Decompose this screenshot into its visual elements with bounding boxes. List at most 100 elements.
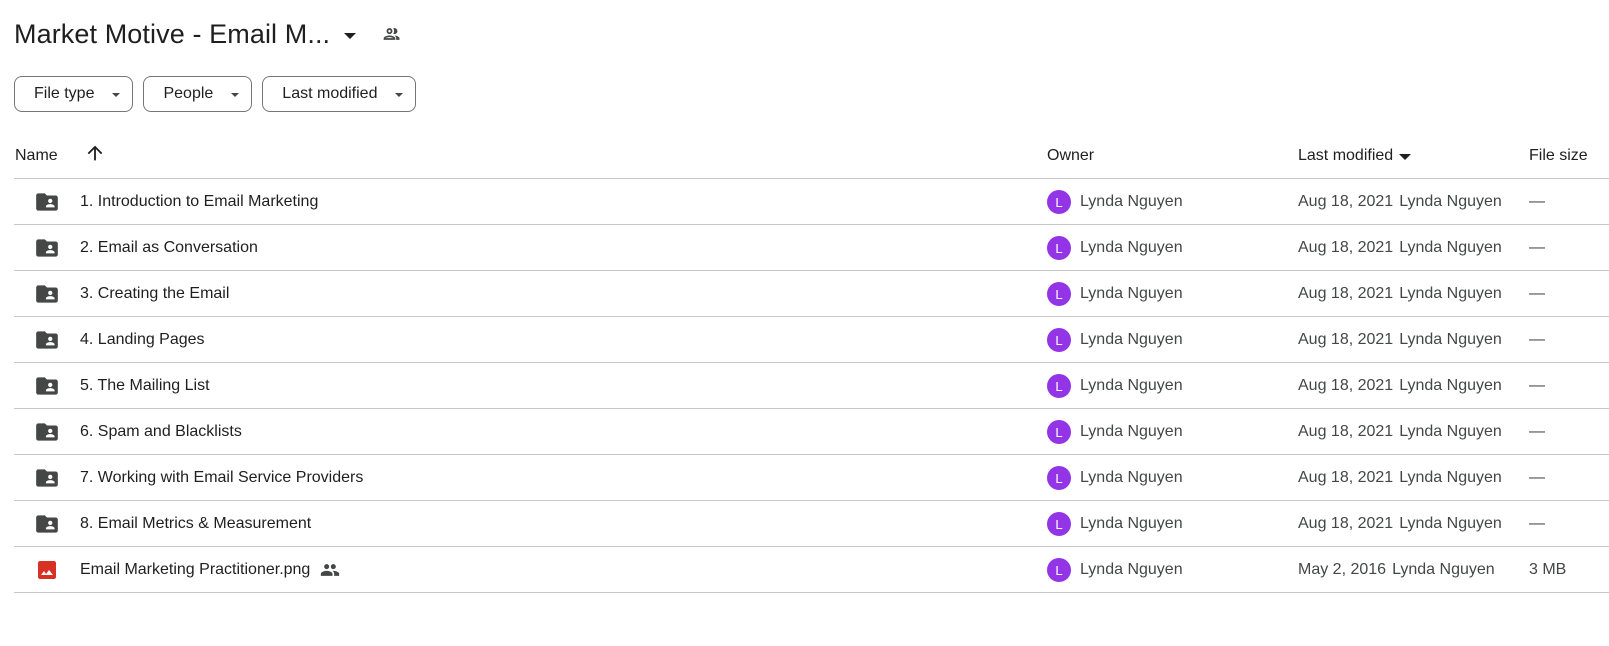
file-name[interactable]: 5. The Mailing List bbox=[80, 377, 210, 395]
modified-by: Lynda Nguyen bbox=[1399, 239, 1502, 256]
avatar[interactable]: L bbox=[1047, 328, 1071, 352]
column-header-label: Last modified bbox=[1298, 147, 1394, 164]
column-header-last-modified[interactable]: Last modified bbox=[1298, 147, 1412, 165]
modified-date: Aug 18, 2021 bbox=[1298, 423, 1394, 440]
shared-folder-icon bbox=[34, 409, 60, 455]
owner-name: Lynda Nguyen bbox=[1080, 561, 1183, 578]
chip-label: People bbox=[163, 85, 214, 102]
last-modified-cell: May 2, 2016 Lynda Nguyen bbox=[1298, 547, 1495, 593]
filter-last-modified-chip[interactable]: Last modified bbox=[262, 76, 417, 112]
file-size: — bbox=[1529, 423, 1545, 440]
table-row[interactable]: 8. Email Metrics & Measurement L Lynda N… bbox=[14, 501, 1609, 547]
chip-label: File type bbox=[34, 85, 95, 102]
owner-name: Lynda Nguyen bbox=[1080, 285, 1183, 302]
file-size: — bbox=[1529, 285, 1545, 302]
file-size: — bbox=[1529, 193, 1545, 210]
modified-by: Lynda Nguyen bbox=[1399, 515, 1502, 532]
owner-cell: L Lynda Nguyen bbox=[1047, 455, 1183, 501]
last-modified-cell: Aug 18, 2021 Lynda Nguyen bbox=[1298, 225, 1502, 271]
owner-name: Lynda Nguyen bbox=[1080, 331, 1183, 348]
avatar[interactable]: L bbox=[1047, 236, 1071, 260]
modified-by: Lynda Nguyen bbox=[1399, 193, 1502, 210]
avatar[interactable]: L bbox=[1047, 558, 1071, 582]
owner-name: Lynda Nguyen bbox=[1080, 515, 1183, 532]
filter-people-chip[interactable]: People bbox=[143, 76, 253, 112]
table-row[interactable]: 1. Introduction to Email Marketing L Lyn… bbox=[14, 179, 1609, 225]
column-header-name[interactable]: Name bbox=[15, 147, 58, 165]
column-header-file-size[interactable]: File size bbox=[1529, 147, 1588, 165]
last-modified-cell: Aug 18, 2021 Lynda Nguyen bbox=[1298, 455, 1502, 501]
file-list: Name Owner Last modified File size 1. In… bbox=[14, 132, 1609, 593]
sort-descending-icon bbox=[1399, 153, 1412, 160]
people-icon bbox=[320, 560, 340, 580]
table-row[interactable]: 3. Creating the Email L Lynda Nguyen Aug… bbox=[14, 271, 1609, 317]
avatar[interactable]: L bbox=[1047, 512, 1071, 536]
modified-date: Aug 18, 2021 bbox=[1298, 469, 1394, 486]
avatar[interactable]: L bbox=[1047, 466, 1071, 490]
file-name[interactable]: Email Marketing Practitioner.png bbox=[80, 561, 310, 579]
file-name[interactable]: 7. Working with Email Service Providers bbox=[80, 469, 363, 487]
column-header-owner[interactable]: Owner bbox=[1047, 147, 1094, 165]
arrow-up-icon[interactable] bbox=[84, 142, 106, 164]
shared-folder-icon bbox=[34, 271, 60, 317]
table-row[interactable]: 4. Landing Pages L Lynda Nguyen Aug 18, … bbox=[14, 317, 1609, 363]
owner-cell: L Lynda Nguyen bbox=[1047, 271, 1183, 317]
last-modified-cell: Aug 18, 2021 Lynda Nguyen bbox=[1298, 317, 1502, 363]
chevron-down-icon bbox=[112, 93, 121, 97]
file-name[interactable]: 4. Landing Pages bbox=[80, 331, 205, 349]
modified-date: Aug 18, 2021 bbox=[1298, 377, 1394, 394]
avatar[interactable]: L bbox=[1047, 282, 1071, 306]
table-row[interactable]: 2. Email as Conversation L Lynda Nguyen … bbox=[14, 225, 1609, 271]
folder-header: Market Motive - Email M... bbox=[14, 14, 402, 54]
modified-by: Lynda Nguyen bbox=[1399, 331, 1502, 348]
file-size: — bbox=[1529, 469, 1545, 486]
avatar[interactable]: L bbox=[1047, 374, 1071, 398]
table-row[interactable]: Email Marketing Practitioner.png L Lynda… bbox=[14, 547, 1609, 593]
modified-date: Aug 18, 2021 bbox=[1298, 515, 1394, 532]
file-name[interactable]: 8. Email Metrics & Measurement bbox=[80, 515, 311, 533]
table-row[interactable]: 5. The Mailing List L Lynda Nguyen Aug 1… bbox=[14, 363, 1609, 409]
chevron-down-icon bbox=[231, 93, 240, 97]
people-icon[interactable] bbox=[382, 24, 402, 44]
last-modified-cell: Aug 18, 2021 Lynda Nguyen bbox=[1298, 409, 1502, 455]
last-modified-cell: Aug 18, 2021 Lynda Nguyen bbox=[1298, 179, 1502, 225]
file-name[interactable]: 1. Introduction to Email Marketing bbox=[80, 193, 318, 211]
drive-folder-view: Market Motive - Email M... File type Peo… bbox=[0, 0, 1609, 646]
owner-cell: L Lynda Nguyen bbox=[1047, 317, 1183, 363]
shared-folder-icon bbox=[34, 179, 60, 225]
modified-date: Aug 18, 2021 bbox=[1298, 285, 1394, 302]
filter-file-type-chip[interactable]: File type bbox=[14, 76, 134, 112]
last-modified-cell: Aug 18, 2021 Lynda Nguyen bbox=[1298, 271, 1502, 317]
owner-name: Lynda Nguyen bbox=[1080, 377, 1183, 394]
file-size: — bbox=[1529, 331, 1545, 348]
file-name[interactable]: 3. Creating the Email bbox=[80, 285, 229, 303]
owner-name: Lynda Nguyen bbox=[1080, 469, 1183, 486]
modified-by: Lynda Nguyen bbox=[1399, 469, 1502, 486]
avatar[interactable]: L bbox=[1047, 420, 1071, 444]
shared-folder-icon bbox=[34, 317, 60, 363]
modified-date: Aug 18, 2021 bbox=[1298, 239, 1394, 256]
owner-name: Lynda Nguyen bbox=[1080, 423, 1183, 440]
owner-cell: L Lynda Nguyen bbox=[1047, 547, 1183, 593]
folder-title[interactable]: Market Motive - Email M... bbox=[14, 19, 330, 50]
shared-folder-icon bbox=[34, 363, 60, 409]
folder-menu-caret-icon[interactable] bbox=[344, 32, 357, 39]
table-row[interactable]: 6. Spam and Blacklists L Lynda Nguyen Au… bbox=[14, 409, 1609, 455]
shared-folder-icon bbox=[34, 455, 60, 501]
owner-cell: L Lynda Nguyen bbox=[1047, 225, 1183, 271]
last-modified-cell: Aug 18, 2021 Lynda Nguyen bbox=[1298, 501, 1502, 547]
file-name[interactable]: 2. Email as Conversation bbox=[80, 239, 258, 257]
owner-cell: L Lynda Nguyen bbox=[1047, 179, 1183, 225]
modified-date: Aug 18, 2021 bbox=[1298, 193, 1394, 210]
owner-name: Lynda Nguyen bbox=[1080, 239, 1183, 256]
file-name[interactable]: 6. Spam and Blacklists bbox=[80, 423, 242, 441]
table-row[interactable]: 7. Working with Email Service Providers … bbox=[14, 455, 1609, 501]
shared-folder-icon bbox=[34, 225, 60, 271]
chip-label: Last modified bbox=[282, 85, 378, 102]
file-size: — bbox=[1529, 515, 1545, 532]
modified-by: Lynda Nguyen bbox=[1392, 561, 1495, 578]
owner-cell: L Lynda Nguyen bbox=[1047, 363, 1183, 409]
avatar[interactable]: L bbox=[1047, 190, 1071, 214]
image-file-icon bbox=[34, 547, 60, 593]
modified-by: Lynda Nguyen bbox=[1399, 423, 1502, 440]
